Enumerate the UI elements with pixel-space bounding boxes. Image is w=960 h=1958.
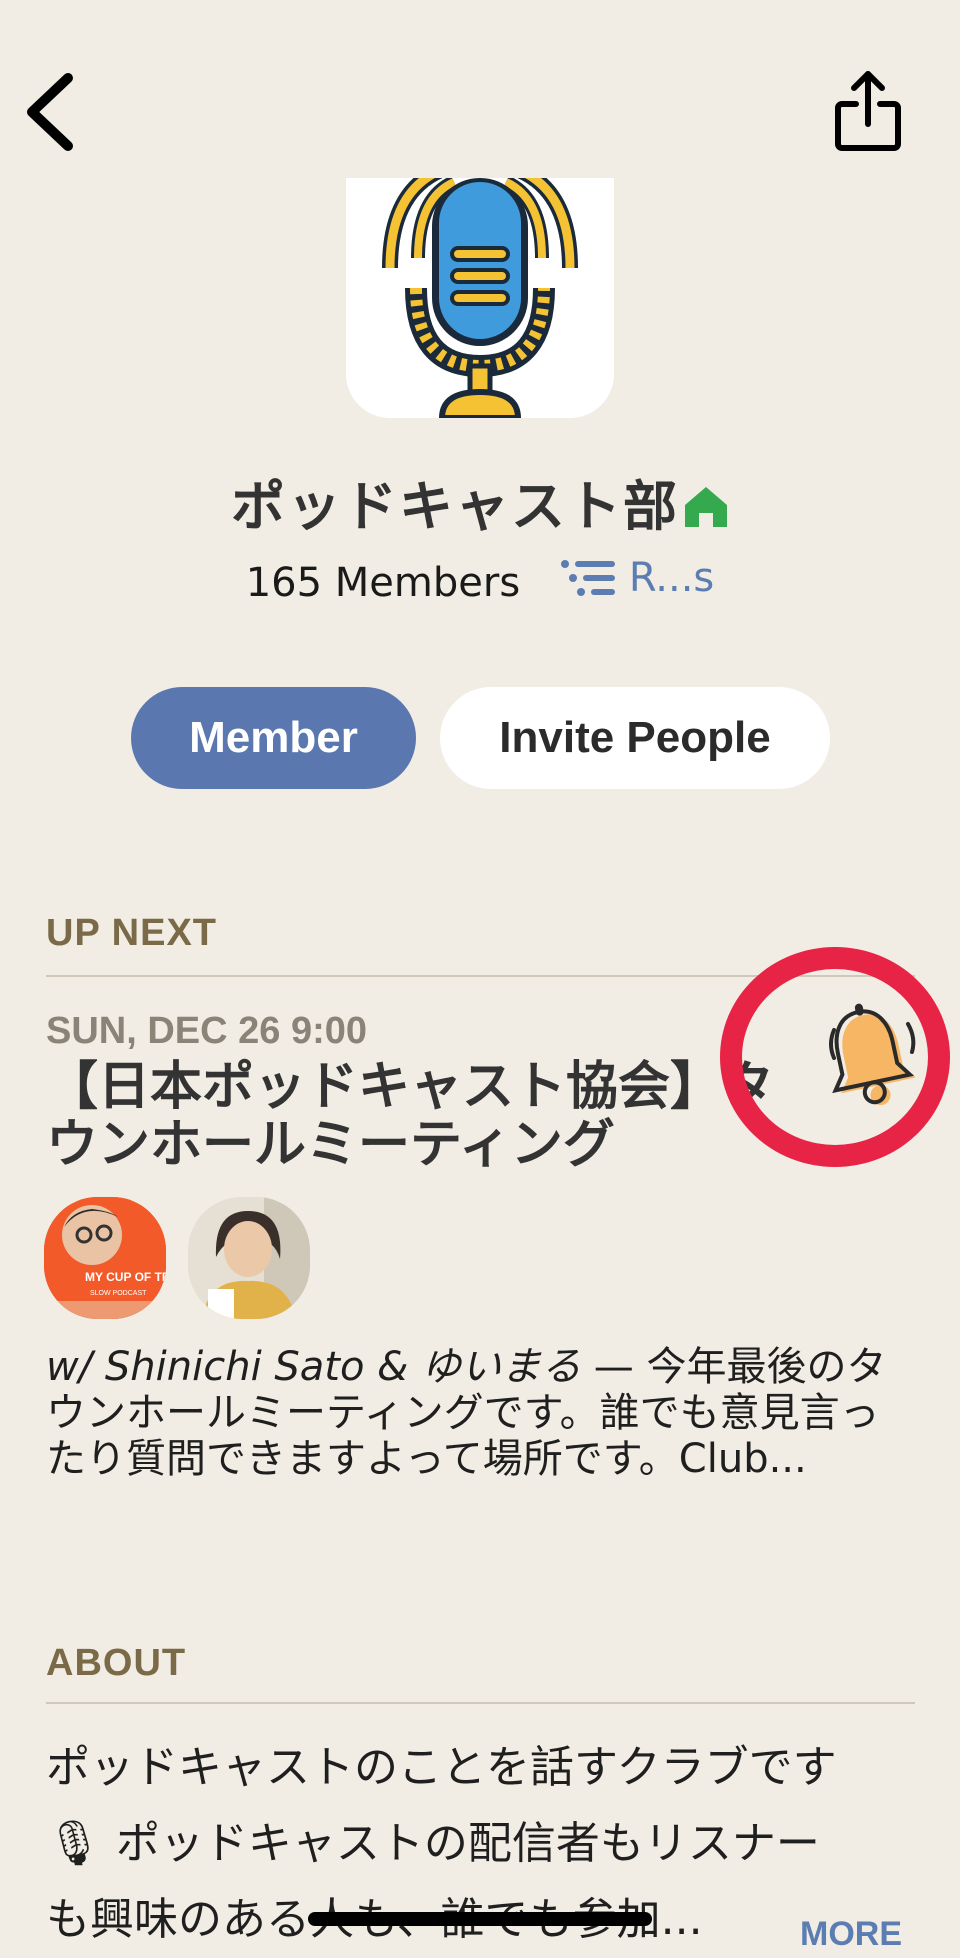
about-title: ABOUT [46, 1642, 187, 1684]
members-count-link[interactable]: 165 Members [246, 560, 520, 606]
event-hosts: w/ Shinichi Sato & ゆいまる [46, 1344, 582, 1390]
home-indicator [308, 1912, 652, 1926]
share-button[interactable] [832, 68, 904, 156]
more-link[interactable]: MORE [800, 1915, 902, 1954]
rules-label: R...s [628, 555, 715, 601]
chevron-left-icon [27, 73, 73, 151]
about-line-1: ポッドキャストのことを話すクラブです [46, 1742, 837, 1793]
microphone-icon [382, 178, 578, 418]
invite-people-button[interactable]: Invite People [440, 687, 830, 789]
share-icon [835, 71, 901, 151]
back-button[interactable] [22, 68, 86, 156]
host-avatar-yuimaru[interactable] [188, 1197, 310, 1319]
event-date: SUN, DEC 26 9:00 [46, 1010, 368, 1052]
bell-button[interactable] [824, 1000, 920, 1110]
event-title[interactable]: 【日本ポッドキャスト協会】タウンホールミーティング [46, 1058, 806, 1174]
host-avatar-shinichi[interactable]: MY CUP OF TEA SLOW PODCAST [44, 1197, 166, 1319]
avatar1-subcaption: SLOW PODCAST [90, 1290, 147, 1297]
rules-link[interactable]: R...s [560, 550, 715, 606]
avatar1-caption: MY CUP OF TEA [85, 1270, 166, 1284]
house-icon [683, 479, 729, 542]
club-name: ポッドキャスト部 [231, 475, 679, 538]
club-stats: 165 Members R...s [0, 550, 960, 611]
member-button[interactable]: Member [131, 687, 416, 789]
bell-icon [829, 1003, 916, 1106]
club-avatar [346, 178, 614, 418]
about-line-2: 🎙 ポッドキャストの配信者もリスナー [46, 1818, 820, 1869]
list-icon [560, 560, 615, 596]
event-description[interactable]: w/ Shinichi Sato & ゆいまる — 今年最後のタウンホールミーテ… [46, 1344, 916, 1482]
up-next-title: UP NEXT [46, 912, 218, 954]
club-title: ポッドキャスト部 [0, 462, 960, 542]
about-divider [46, 1702, 915, 1704]
